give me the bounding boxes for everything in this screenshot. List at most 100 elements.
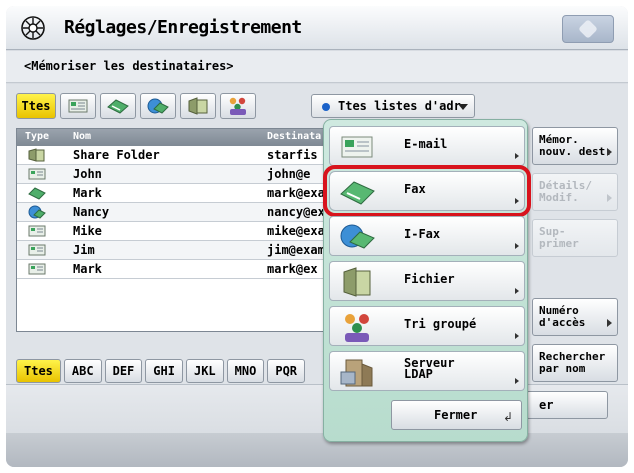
bottom-bar: er [6,384,628,467]
address-book-panel: Ttes Ttes listes d'adr Type Nom Destinat… [6,84,628,384]
column-header-name: Nom [73,131,92,142]
row-destination: mark@exa [267,186,325,200]
ldap-server-icon [340,359,373,387]
ifax-icon [340,224,375,249]
chevron-right-icon [515,288,519,294]
alpha-filter-all[interactable]: Ttes [16,359,61,383]
email-icon [28,168,46,180]
screen: Réglages/Enregistrement <Mémoriser les d… [6,6,628,467]
status-bar [6,433,628,467]
row-destination: jim@exam [267,243,325,257]
address-list-dropdown[interactable]: Ttes listes d'adr [311,94,475,118]
email-icon [28,225,46,237]
row-name: John [73,167,102,181]
return-arrow-icon: ↲ [502,410,513,424]
ifax-icon [147,98,169,114]
details-edit-button[interactable]: Détails/ Modif. [532,173,618,211]
popup-item-label: E-mail [404,137,448,151]
home-button[interactable] [562,15,614,43]
popup-item-label: Fichier [404,272,455,286]
close-popup-label: Fermer [434,408,478,422]
chevron-right-icon [515,378,519,384]
fax-icon [107,99,129,114]
column-header-destination: Destinata [267,131,322,142]
row-destination: john@e [267,167,311,181]
fax-icon [28,187,46,200]
row-destination: nancy@ex [267,205,325,219]
popup-item-label: Serveur LDAP [404,356,455,381]
section-label: <Mémoriser les destinataires> [24,59,234,73]
popup-item-group[interactable]: Tri groupé [329,306,525,346]
row-name: Nancy [73,205,110,219]
alpha-filter-pqr[interactable]: PQR [267,359,306,383]
delete-button[interactable]: Sup- primer [532,219,618,257]
details-button-label: Détails/ Modif. [539,179,592,204]
popup-item-fax[interactable]: Fax [323,165,531,217]
search-by-name-button[interactable]: Rechercher par nom [532,344,618,382]
page-title: Réglages/Enregistrement [64,17,302,38]
popup-item-label: Fax [404,182,426,196]
access-number-button[interactable]: Numéro d'accès [532,298,618,336]
subheader: <Mémoriser les destinataires> [6,51,628,83]
type-filter-email[interactable] [60,93,96,119]
chevron-right-icon [515,153,519,159]
type-filter-fax[interactable] [100,93,136,119]
type-filter-bar: Ttes [16,93,256,119]
folder-icon [28,148,45,162]
chevron-right-icon [607,319,612,327]
row-name: Mike [73,224,102,238]
type-filter-group[interactable] [220,93,256,119]
address-list-dot-icon [322,103,330,111]
memorize-new-destination-button[interactable]: Mémor. nouv. dest. [532,127,618,165]
popup-item-email[interactable]: E-mail [329,126,525,166]
chevron-down-icon [458,104,468,110]
alpha-filter-ghi[interactable]: GHI [145,359,183,383]
email-icon [68,99,88,113]
type-filter-all[interactable]: Ttes [16,93,56,119]
address-list-selected: Ttes listes d'adr [338,99,461,113]
bottom-action-button[interactable]: er [526,391,608,419]
row-destination: mike@exa [267,224,325,238]
chevron-right-icon [515,198,519,204]
memorize-button-label: Mémor. nouv. dest. [539,133,612,158]
chevron-right-icon [607,194,612,202]
email-icon [28,244,46,256]
type-filter-file[interactable] [180,93,216,119]
chevron-right-icon [607,148,612,156]
row-destination: starfis [267,148,318,162]
title-bar: Réglages/Enregistrement [6,6,628,50]
folder-icon [188,97,208,115]
row-name: Share Folder [73,148,160,162]
alpha-filter-abc[interactable]: ABC [63,359,102,383]
alpha-filter-mno[interactable]: MNO [226,359,265,383]
popup-item-ldap-server[interactable]: Serveur LDAP [329,351,525,391]
search-by-name-label: Rechercher par nom [539,350,606,375]
folder-icon [343,267,371,297]
delete-button-label: Sup- primer [539,225,579,250]
email-icon [28,263,46,275]
cube-icon [578,19,598,39]
alphabet-filter-bar: Ttes ABC DEF GHI JKL MNO PQR [16,359,306,383]
close-popup-button[interactable]: Fermer ↲ [391,400,522,430]
fax-icon [340,181,375,205]
alpha-filter-jkl[interactable]: JKL [185,359,224,383]
popup-item-label: Tri groupé [404,317,477,331]
alpha-filter-def[interactable]: DEF [104,359,143,383]
popup-item-label: I-Fax [404,227,441,241]
row-name: Mark [73,262,102,276]
popup-item-ifax[interactable]: I-Fax [329,216,525,256]
row-name: Mark [73,186,102,200]
type-filter-ifax[interactable] [140,93,176,119]
row-name: Jim [73,243,95,257]
popup-item-file[interactable]: Fichier [329,261,525,301]
ifax-icon [28,205,46,219]
row-destination: mark@ex [267,262,318,276]
group-icon [229,97,246,115]
chevron-right-icon [515,243,519,249]
bottom-action-label: er [539,398,554,412]
access-number-label: Numéro d'accès [539,304,586,329]
group-icon [345,314,369,342]
destination-type-popup: E-mail Fax I-Fax Fichier Tri groupé Serv… [323,119,531,442]
chevron-right-icon [515,333,519,339]
email-icon [341,136,373,158]
